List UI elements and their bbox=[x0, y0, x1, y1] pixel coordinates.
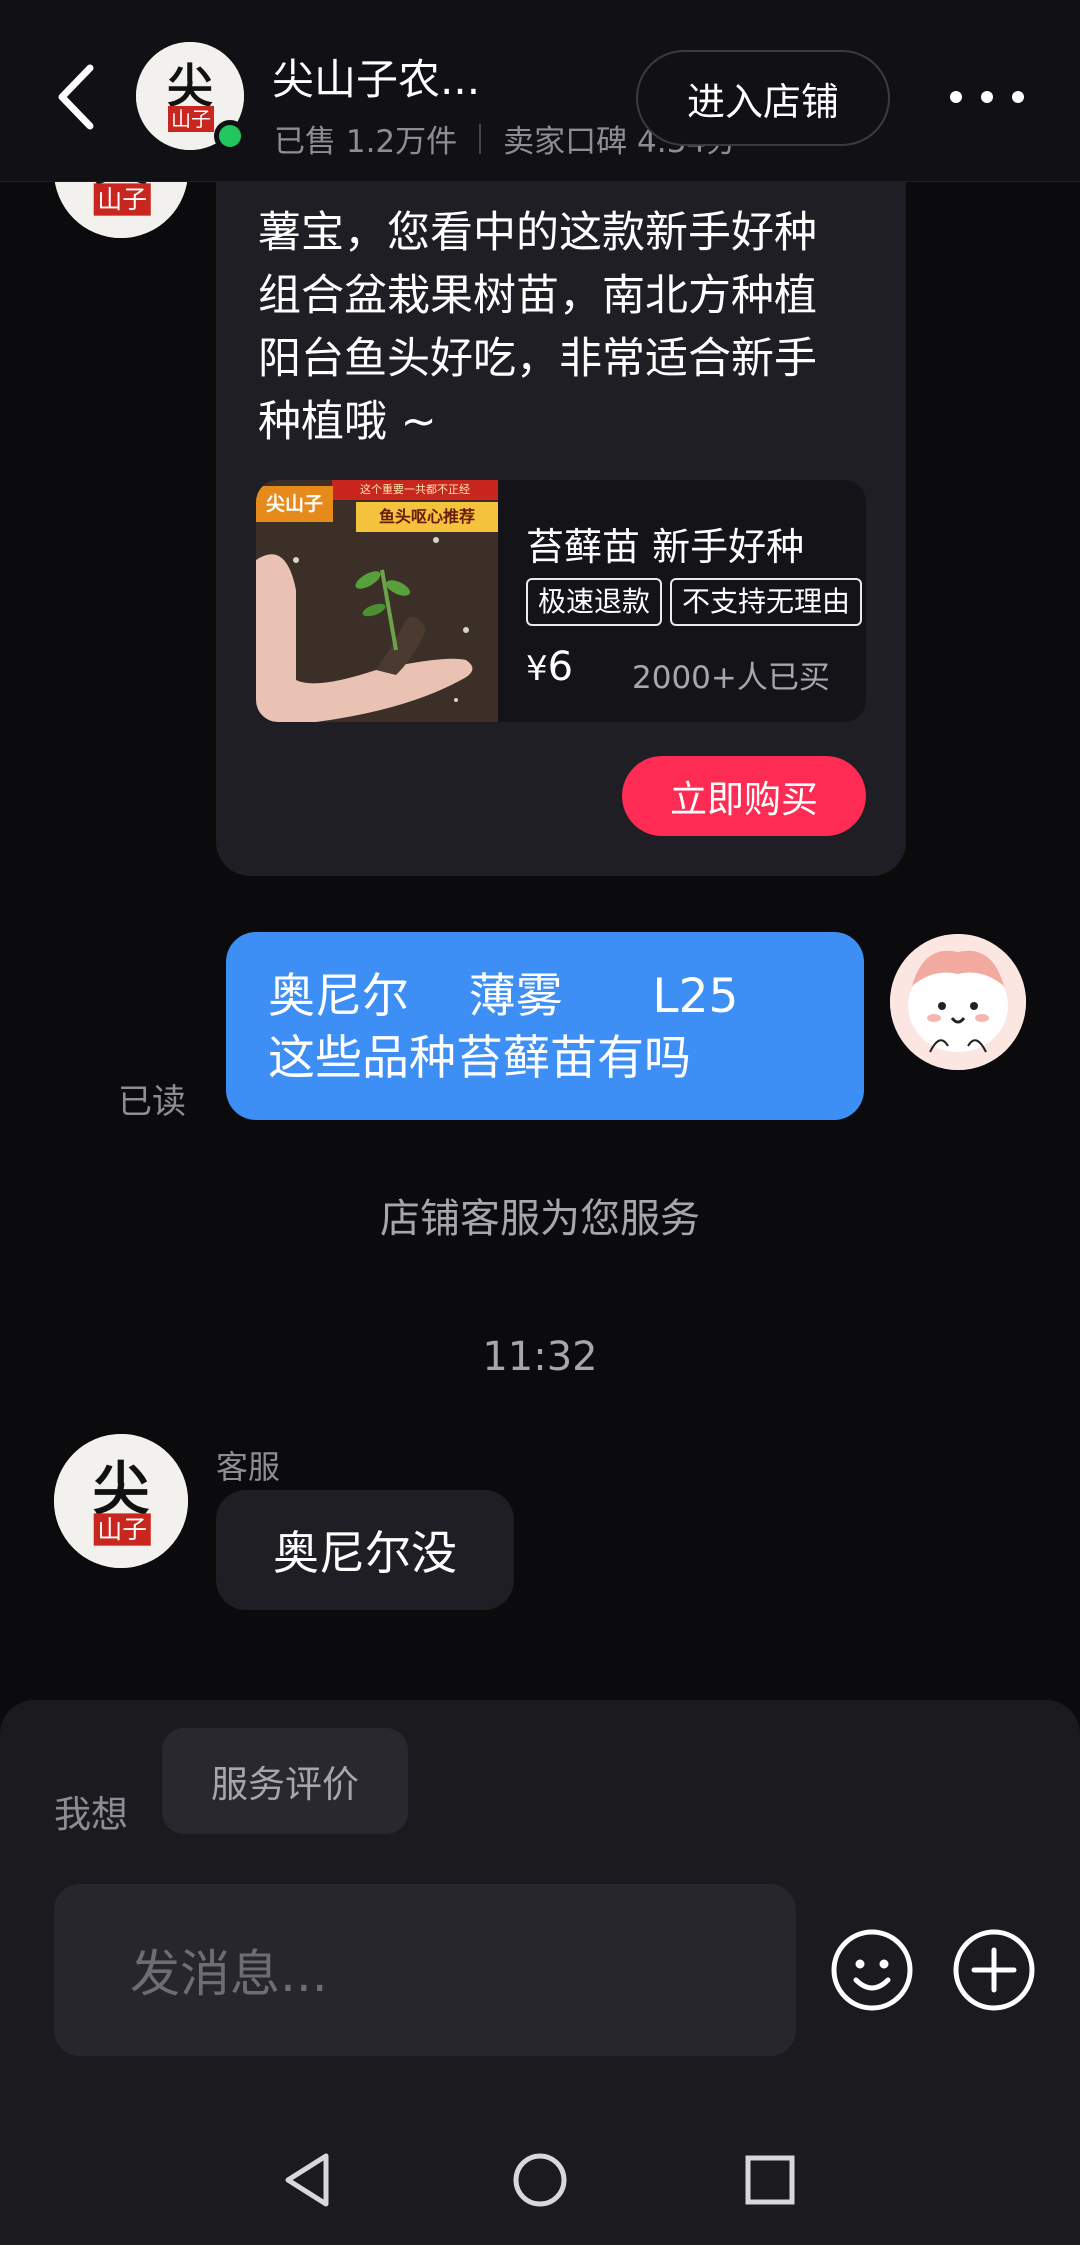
system-navigation-bar bbox=[0, 2110, 1080, 2245]
product-price: ¥6 bbox=[526, 644, 573, 690]
online-status-dot bbox=[214, 120, 246, 152]
product-share-text: 薯宝，您看中的这款新手好种组合盆栽果树苗，南北方种植阳台鱼头好吃，非常适合新手种… bbox=[258, 208, 817, 447]
product-tag: 极速退款 bbox=[526, 578, 663, 626]
stats-divider bbox=[479, 123, 482, 154]
shop-name[interactable]: 尖山子农... bbox=[272, 46, 480, 107]
buy-now-button[interactable]: 立即购买 bbox=[622, 756, 866, 836]
product-tags: 极速退款 不支持无理由 bbox=[526, 578, 866, 628]
svg-text:山子: 山子 bbox=[97, 1515, 147, 1544]
price-currency: ¥ bbox=[526, 649, 548, 689]
price-value: 6 bbox=[547, 644, 574, 690]
product-tag: 不支持无理由 bbox=[670, 578, 863, 626]
more-options-icon[interactable] bbox=[950, 74, 1024, 120]
svg-text:尖: 尖 bbox=[167, 59, 213, 113]
user-avatar-icon bbox=[890, 934, 1026, 1070]
chevron-left-icon bbox=[58, 64, 94, 130]
product-thumbnail: 这个重要一共都不正经 尖山子 鱼头呕心推荐 bbox=[256, 480, 498, 722]
nav-recents-icon[interactable] bbox=[738, 2148, 802, 2212]
thumbnail-brand: 尖山子 bbox=[256, 486, 334, 522]
message-input[interactable]: 发消息... bbox=[54, 1884, 796, 2056]
enter-store-button[interactable]: 进入店铺 bbox=[636, 50, 890, 146]
agent-avatar[interactable]: 尖 山子 bbox=[54, 1434, 188, 1568]
read-status: 已读 bbox=[118, 1082, 186, 1122]
message-timestamp: 11:32 bbox=[482, 1334, 598, 1380]
back-button[interactable] bbox=[50, 62, 110, 132]
shop-logo-icon: 尖 山子 bbox=[54, 1434, 188, 1568]
product-sold-count: 2000+人已买 bbox=[632, 660, 830, 696]
svg-text:尖: 尖 bbox=[92, 1455, 149, 1522]
thumbnail-banner: 鱼头呕心推荐 bbox=[356, 502, 498, 532]
quick-reply-label: 我想 bbox=[54, 1793, 128, 1836]
user-message-line: 这些品种苔藓苗有吗 bbox=[268, 1031, 691, 1086]
product-card[interactable]: 这个重要一共都不正经 尖山子 鱼头呕心推荐 苔藓苗 新手好种 极速退款 不支持无理… bbox=[256, 480, 866, 722]
nav-back-icon[interactable] bbox=[278, 2148, 342, 2212]
svg-text:山子: 山子 bbox=[171, 107, 211, 131]
chat-header: 尖 山子 尖山子农... 已售 1.2万件 卖家口碑 4.34分 进入店铺 bbox=[0, 0, 1080, 182]
user-message-line: 奥尼尔 薄雾 L25 bbox=[268, 969, 739, 1024]
thumbnail-banner-top: 这个重要一共都不正经 bbox=[332, 480, 498, 500]
svg-text:山子: 山子 bbox=[97, 185, 147, 214]
plus-circle-icon[interactable] bbox=[950, 1926, 1038, 2014]
chat-screen: 尖 山子 尖山子农... 已售 1.2万件 卖家口碑 4.34分 进入店铺 尖 … bbox=[0, 0, 1080, 2245]
system-notice: 店铺客服为您服务 bbox=[380, 1196, 700, 1242]
agent-message-bubble[interactable]: 奥尼尔没 bbox=[216, 1490, 514, 1610]
smiley-icon[interactable] bbox=[828, 1926, 916, 2014]
agent-label: 客服 bbox=[216, 1448, 281, 1486]
sold-count: 已售 1.2万件 bbox=[274, 124, 458, 160]
user-avatar[interactable] bbox=[890, 934, 1026, 1070]
user-message-bubble[interactable]: 奥尼尔 薄雾 L25 这些品种苔藓苗有吗 bbox=[226, 932, 864, 1120]
product-share-message: 薯宝，您看中的这款新手好种组合盆栽果树苗，南北方种植阳台鱼头好吃，非常适合新手种… bbox=[216, 110, 906, 876]
nav-home-icon[interactable] bbox=[508, 2148, 572, 2212]
service-rating-chip[interactable]: 服务评价 bbox=[162, 1728, 408, 1834]
product-title: 苔藓苗 新手好种 bbox=[526, 525, 805, 569]
